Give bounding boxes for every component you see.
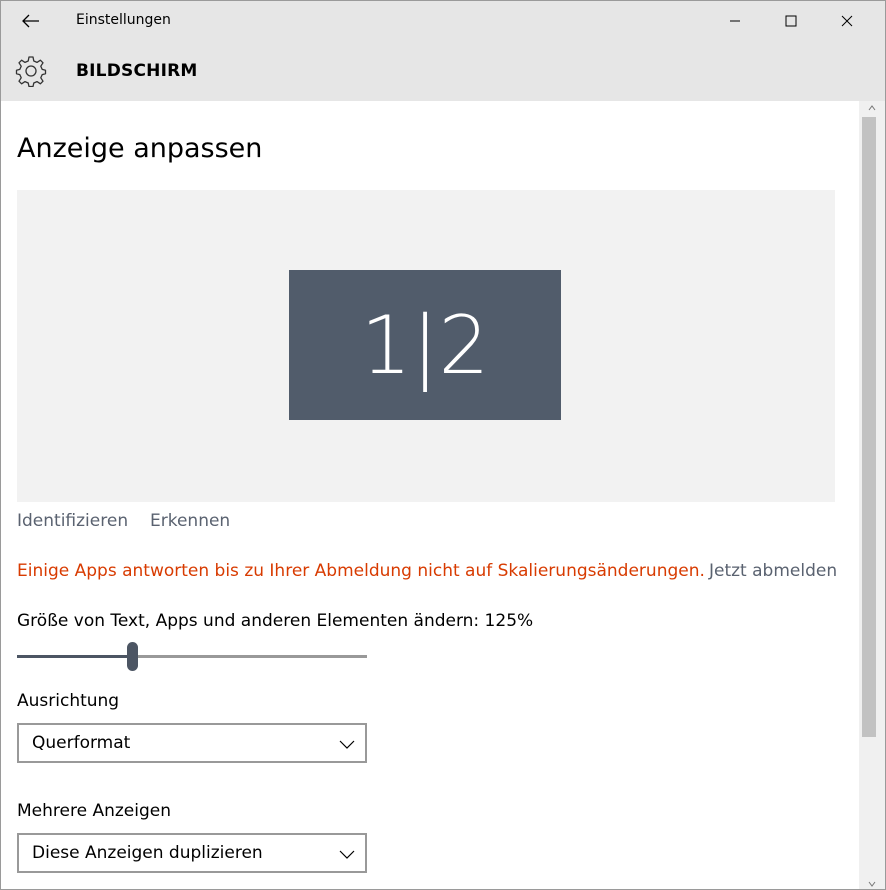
orientation-label: Ausrichtung	[17, 691, 120, 711]
page-title: Anzeige anpassen	[17, 133, 263, 164]
chevron-down-icon	[339, 850, 355, 859]
scale-slider[interactable]	[17, 641, 367, 671]
slider-track-filled	[17, 655, 133, 658]
scroll-up-button[interactable]	[859, 101, 885, 115]
scroll-down-button[interactable]	[859, 877, 885, 889]
slider-thumb[interactable]	[127, 642, 138, 671]
orientation-value: Querformat	[32, 733, 131, 753]
window-title: Einstellungen	[76, 12, 171, 28]
scaling-warning-text: Einige Apps antworten bis zu Ihrer Abmel…	[17, 561, 705, 581]
section-title: BILDSCHIRM	[76, 61, 198, 81]
close-icon	[841, 15, 853, 27]
display-arrangement-area: 1|2	[17, 190, 835, 502]
identify-link[interactable]: Identifizieren	[17, 511, 128, 531]
multi-display-value: Diese Anzeigen duplizieren	[32, 843, 263, 863]
detect-link[interactable]: Erkennen	[150, 511, 230, 531]
back-button[interactable]	[9, 1, 53, 41]
title-bar: Einstellungen	[1, 1, 885, 41]
orientation-dropdown[interactable]: Querformat	[17, 723, 367, 763]
maximize-icon	[785, 15, 797, 27]
maximize-button[interactable]	[763, 1, 819, 41]
gear-icon	[15, 56, 47, 87]
monitor-tile[interactable]: 1|2	[289, 270, 561, 420]
slider-track-empty	[133, 655, 367, 658]
minimize-button[interactable]	[707, 1, 763, 41]
scroll-thumb[interactable]	[862, 117, 876, 737]
content-area: Anzeige anpassen 1|2 Identifizieren Erke…	[1, 101, 859, 889]
monitor-label: 1|2	[360, 298, 490, 392]
scale-label: Größe von Text, Apps und anderen Element…	[17, 611, 534, 631]
vertical-scrollbar[interactable]	[859, 101, 885, 889]
chevron-up-icon	[868, 105, 876, 111]
chevron-down-icon	[868, 881, 876, 887]
close-button[interactable]	[819, 1, 875, 41]
sign-out-link[interactable]: Jetzt abmelden	[709, 561, 837, 581]
multi-display-label: Mehrere Anzeigen	[17, 801, 171, 821]
minimize-icon	[730, 20, 740, 22]
multi-display-dropdown[interactable]: Diese Anzeigen duplizieren	[17, 833, 367, 873]
chevron-down-icon	[339, 740, 355, 749]
arrow-left-icon	[22, 14, 39, 28]
settings-header: BILDSCHIRM	[1, 41, 885, 101]
settings-window: Einstellungen BILDSCHIRM Anzeige anpasse…	[0, 0, 886, 890]
